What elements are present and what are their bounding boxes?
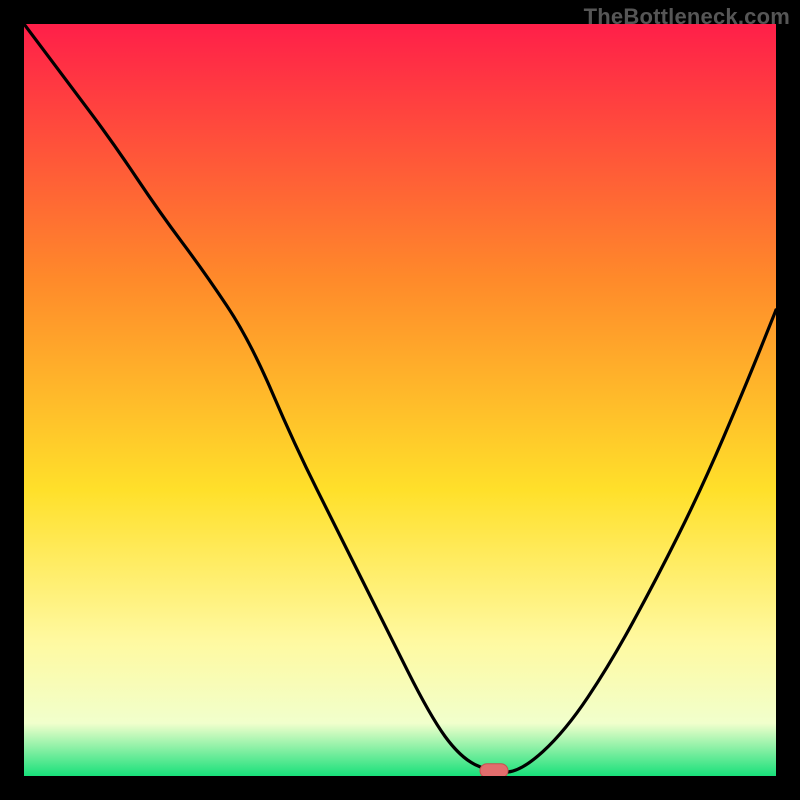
watermark-text: TheBottleneck.com xyxy=(584,4,790,30)
chart-svg xyxy=(24,24,776,776)
optimal-marker xyxy=(480,764,508,776)
chart-frame: TheBottleneck.com xyxy=(0,0,800,800)
gradient-background xyxy=(24,24,776,776)
chart-plot-area xyxy=(24,24,776,776)
